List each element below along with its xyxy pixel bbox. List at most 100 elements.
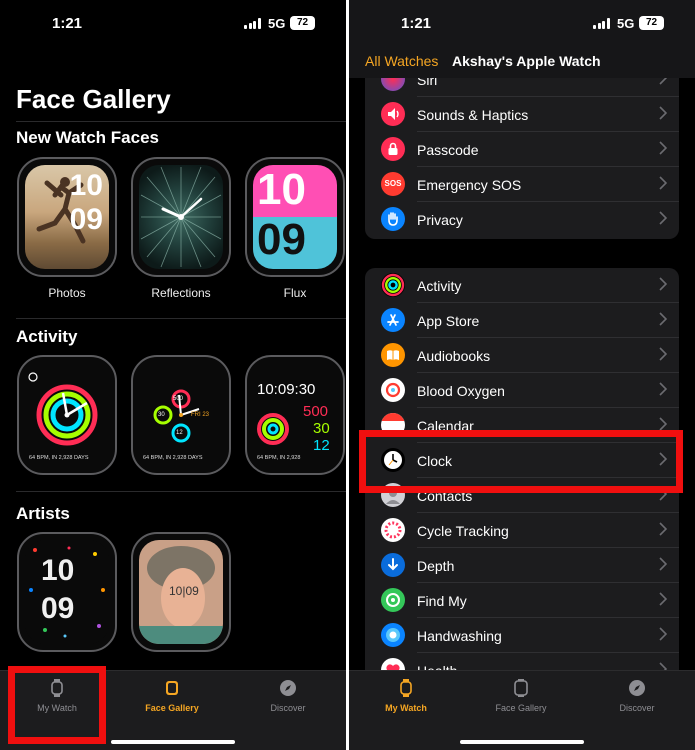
my-watch-settings-screen: 1:21 5G 72 Siri Sounds & Haptics Passcod… xyxy=(349,0,695,750)
infograph-exercise-value: 30 xyxy=(158,412,165,418)
watch-face-artist-confetti[interactable]: 10 09 xyxy=(17,532,117,652)
list-item-label: Cycle Tracking xyxy=(417,523,509,539)
activity-face-footer: 64 BPM, IN 2,928 DAYS xyxy=(29,455,89,461)
list-item-label: Handwashing xyxy=(417,628,502,644)
list-item-blood-oxygen[interactable]: Blood Oxygen xyxy=(365,373,679,408)
reflections-face-preview xyxy=(139,165,223,269)
list-item-handwashing[interactable]: Handwashing xyxy=(365,618,679,653)
list-item-label: Sounds & Haptics xyxy=(417,107,529,123)
chevron-right-icon xyxy=(659,592,667,606)
list-item-cycle-tracking[interactable]: Cycle Tracking xyxy=(365,513,679,548)
face-label-reflections: Reflections xyxy=(151,286,211,300)
chevron-right-icon xyxy=(659,277,667,291)
sos-icon: SOS xyxy=(381,172,405,196)
watch-face-artist-portrait[interactable]: 10|09 xyxy=(131,532,231,652)
tab-all-watches[interactable]: All Watches xyxy=(365,53,438,69)
chevron-right-icon xyxy=(659,627,667,641)
list-item-passcode[interactable]: Passcode xyxy=(365,132,679,167)
activity-face-footer: 64 BPM, IN 2,928 xyxy=(257,455,301,461)
battery-icon: 72 xyxy=(290,16,315,30)
settings-group-general: Siri Sounds & Haptics Passcode SOS Emerg… xyxy=(365,62,679,239)
list-item-find-my[interactable]: Find My xyxy=(365,583,679,618)
list-item-activity[interactable]: Activity xyxy=(365,268,679,303)
watch-face-flux[interactable]: 10 09 xyxy=(245,157,345,277)
section-title-artists: Artists xyxy=(16,504,70,523)
list-item-label: App Store xyxy=(417,313,480,329)
network-type: 5G xyxy=(617,16,635,31)
list-item-label: Blood Oxygen xyxy=(417,383,505,399)
chevron-right-icon xyxy=(659,106,667,120)
list-item-emergency-sos[interactable]: SOS Emergency SOS xyxy=(365,167,679,202)
tab-discover[interactable]: Discover xyxy=(582,679,692,713)
face-label-flux: Flux xyxy=(283,286,307,300)
watch-face-activity-analog[interactable]: 64 BPM, IN 2,928 DAYS xyxy=(17,355,117,475)
artist-face-hour: 10 xyxy=(41,554,75,587)
face-label-photos: Photos xyxy=(48,286,86,300)
watch-face-reflections[interactable] xyxy=(131,157,231,277)
tab-current-watch[interactable]: Akshay's Apple Watch xyxy=(452,53,601,69)
activity-digital-preview: 10:09:30 500 30 12 64 BPM, IN 2,928 xyxy=(253,363,337,467)
face-gallery-screen: 1:21 5G 72 Face Gallery New Watch Faces … xyxy=(0,0,346,750)
artist-portrait-preview: 10|09 xyxy=(139,540,223,644)
tab-face-gallery[interactable]: Face Gallery xyxy=(117,679,227,713)
activity-face-footer: 64 BPM, IN 2,928 DAYS xyxy=(143,455,203,461)
watch-icon xyxy=(400,679,412,697)
watch-face-photos[interactable]: 10 09 xyxy=(17,157,117,277)
status-time: 1:21 xyxy=(52,15,83,32)
book-icon xyxy=(381,343,405,367)
list-item-label: Emergency SOS xyxy=(417,177,522,193)
tab-discover[interactable]: Discover xyxy=(233,679,343,713)
find-my-icon xyxy=(381,588,405,612)
watch-face-activity-infograph[interactable]: 500 FRI 23 30 12 64 BPM, IN 2,928 DAYS xyxy=(131,355,231,475)
compass-icon xyxy=(280,680,296,696)
list-item-app-store[interactable]: App Store xyxy=(365,303,679,338)
chevron-right-icon xyxy=(659,176,667,190)
tab-bar: My Watch Face Gallery Discover xyxy=(349,670,695,750)
activity-rings-dial xyxy=(28,372,98,446)
chevron-right-icon xyxy=(659,557,667,571)
blood-oxygen-icon xyxy=(381,378,405,402)
signal-icon xyxy=(593,18,610,29)
tab-my-watch[interactable]: My Watch xyxy=(351,679,461,713)
reflections-dial xyxy=(140,166,222,268)
activity-complications-dial xyxy=(153,389,200,443)
list-item-sounds-haptics[interactable]: Sounds & Haptics xyxy=(365,97,679,132)
activity-infograph-preview: 500 FRI 23 30 12 64 BPM, IN 2,928 DAYS xyxy=(139,363,223,467)
chevron-right-icon xyxy=(659,417,667,431)
activity-rings-icon xyxy=(381,273,405,297)
divider xyxy=(16,491,346,492)
chevron-right-icon xyxy=(659,312,667,326)
list-item-label: Depth xyxy=(417,558,455,574)
chevron-right-icon xyxy=(659,522,667,536)
compass-icon xyxy=(629,680,645,696)
tab-face-gallery[interactable]: Face Gallery xyxy=(466,679,576,713)
list-item-label: Activity xyxy=(417,278,462,294)
section-title-new-faces: New Watch Faces xyxy=(16,128,159,147)
list-item-label: Privacy xyxy=(417,212,463,228)
artist-portrait-time: 10|09 xyxy=(169,584,199,598)
tab-label: My Watch xyxy=(385,703,427,713)
photo-face-hour: 10 xyxy=(69,169,103,202)
list-item-privacy[interactable]: Privacy xyxy=(365,202,679,237)
watch-face-activity-digital[interactable]: 10:09:30 500 30 12 64 BPM, IN 2,928 xyxy=(245,355,345,475)
speaker-icon xyxy=(381,102,405,126)
list-item-audiobooks[interactable]: Audiobooks xyxy=(365,338,679,373)
list-item-label: Audiobooks xyxy=(417,348,491,364)
home-indicator xyxy=(111,740,235,744)
list-item-depth[interactable]: Depth xyxy=(365,548,679,583)
chevron-right-icon xyxy=(659,347,667,361)
section-title-activity: Activity xyxy=(16,327,78,346)
home-indicator xyxy=(460,740,584,744)
digital-exercise-value: 30 xyxy=(313,420,330,437)
activity-analog-preview: 64 BPM, IN 2,928 DAYS xyxy=(25,363,109,467)
artist-confetti-preview: 10 09 xyxy=(25,540,109,644)
flux-face-minute: 09 xyxy=(257,215,306,264)
photo-face-minute: 09 xyxy=(69,203,103,236)
network-type: 5G xyxy=(268,16,286,31)
depth-icon xyxy=(381,553,405,577)
signal-icon xyxy=(244,18,261,29)
face-gallery-icon xyxy=(166,681,178,695)
divider xyxy=(16,121,346,122)
battery-icon: 72 xyxy=(639,16,664,30)
infograph-move-value: 500 xyxy=(173,396,184,402)
